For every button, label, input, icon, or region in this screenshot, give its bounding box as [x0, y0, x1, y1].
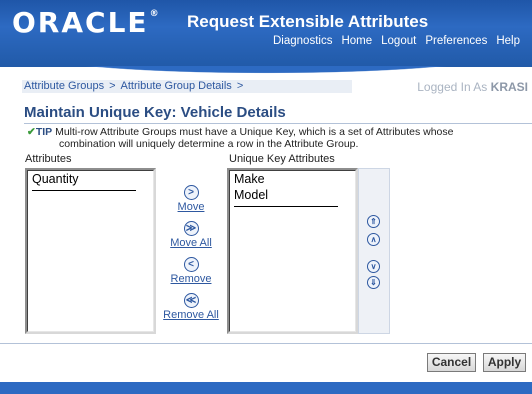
unique-key-attributes-label: Unique Key Attributes — [229, 153, 335, 165]
list-item[interactable]: Quantity — [28, 171, 153, 187]
move-all-link[interactable]: Move All — [162, 237, 220, 249]
footer-divider — [0, 343, 532, 344]
breadcrumb-separator: > — [109, 80, 116, 92]
list-item[interactable]: Model — [230, 187, 355, 203]
move-link[interactable]: Move — [162, 201, 220, 213]
list-separator — [32, 190, 136, 191]
remove-all-link[interactable]: Remove All — [162, 309, 220, 321]
unique-key-attributes-listbox[interactable]: Make Model — [227, 168, 358, 334]
move-up-icon[interactable]: ∧ — [367, 233, 380, 246]
attributes-label: Attributes — [25, 153, 72, 165]
remove-control: < Remove — [162, 254, 220, 285]
breadcrumb-attribute-group-details[interactable]: Attribute Group Details — [121, 80, 232, 92]
tip-text-line2: combination will uniquely determine a ro… — [59, 138, 359, 150]
move-right-icon[interactable]: > — [183, 185, 199, 200]
cancel-button[interactable]: Cancel — [427, 353, 476, 372]
remove-all-control: ≪ Remove All — [162, 290, 220, 321]
tip-text-line1: Multi-row Attribute Groups must have a U… — [55, 126, 454, 138]
remove-link[interactable]: Remove — [162, 273, 220, 285]
move-to-top-icon[interactable]: ⇑ — [367, 215, 380, 228]
page-title: Maintain Unique Key: Vehicle Details — [24, 104, 286, 121]
logged-in-status: Logged In As KRASI — [417, 80, 528, 94]
header-bar: ORACLE® Request Extensible Attributes Di… — [0, 0, 532, 67]
breadcrumb: Attribute Groups > Attribute Group Details… — [22, 80, 352, 93]
checkmark-icon: ✔ — [27, 126, 36, 138]
link-help[interactable]: Help — [496, 35, 520, 47]
move-left-icon[interactable]: < — [183, 257, 199, 272]
move-control: > Move — [162, 182, 220, 213]
breadcrumb-separator: > — [236, 80, 244, 92]
app-title: Request Extensible Attributes — [187, 12, 429, 31]
move-all-control: ≫ Move All — [162, 218, 220, 249]
move-all-icon[interactable]: ≫ — [183, 221, 199, 236]
link-logout[interactable]: Logout — [381, 35, 416, 47]
link-home[interactable]: Home — [341, 35, 372, 47]
move-down-icon[interactable]: ∨ — [367, 260, 380, 273]
link-preferences[interactable]: Preferences — [425, 35, 487, 47]
tip-label: TIP — [35, 126, 53, 138]
attributes-listbox[interactable]: Quantity — [25, 168, 156, 334]
link-diagnostics[interactable]: Diagnostics — [273, 35, 332, 47]
move-to-bottom-icon[interactable]: ⇓ — [367, 276, 380, 289]
title-divider — [24, 123, 532, 124]
apply-button[interactable]: Apply — [483, 353, 526, 372]
list-separator — [234, 206, 338, 207]
breadcrumb-attribute-groups[interactable]: Attribute Groups — [24, 80, 104, 92]
header-curve — [0, 66, 532, 81]
oracle-logo: ORACLE® — [12, 6, 159, 39]
reorder-controls: ⇑ ∧ ∨ ⇓ — [358, 168, 390, 334]
remove-all-icon[interactable]: ≪ — [183, 293, 199, 308]
footer-bar — [0, 382, 532, 394]
global-links: Diagnostics Home Logout Preferences Help — [273, 35, 520, 47]
list-item[interactable]: Make — [230, 171, 355, 187]
tip-message: ✔TIP Multi-row Attribute Groups must hav… — [27, 126, 497, 150]
